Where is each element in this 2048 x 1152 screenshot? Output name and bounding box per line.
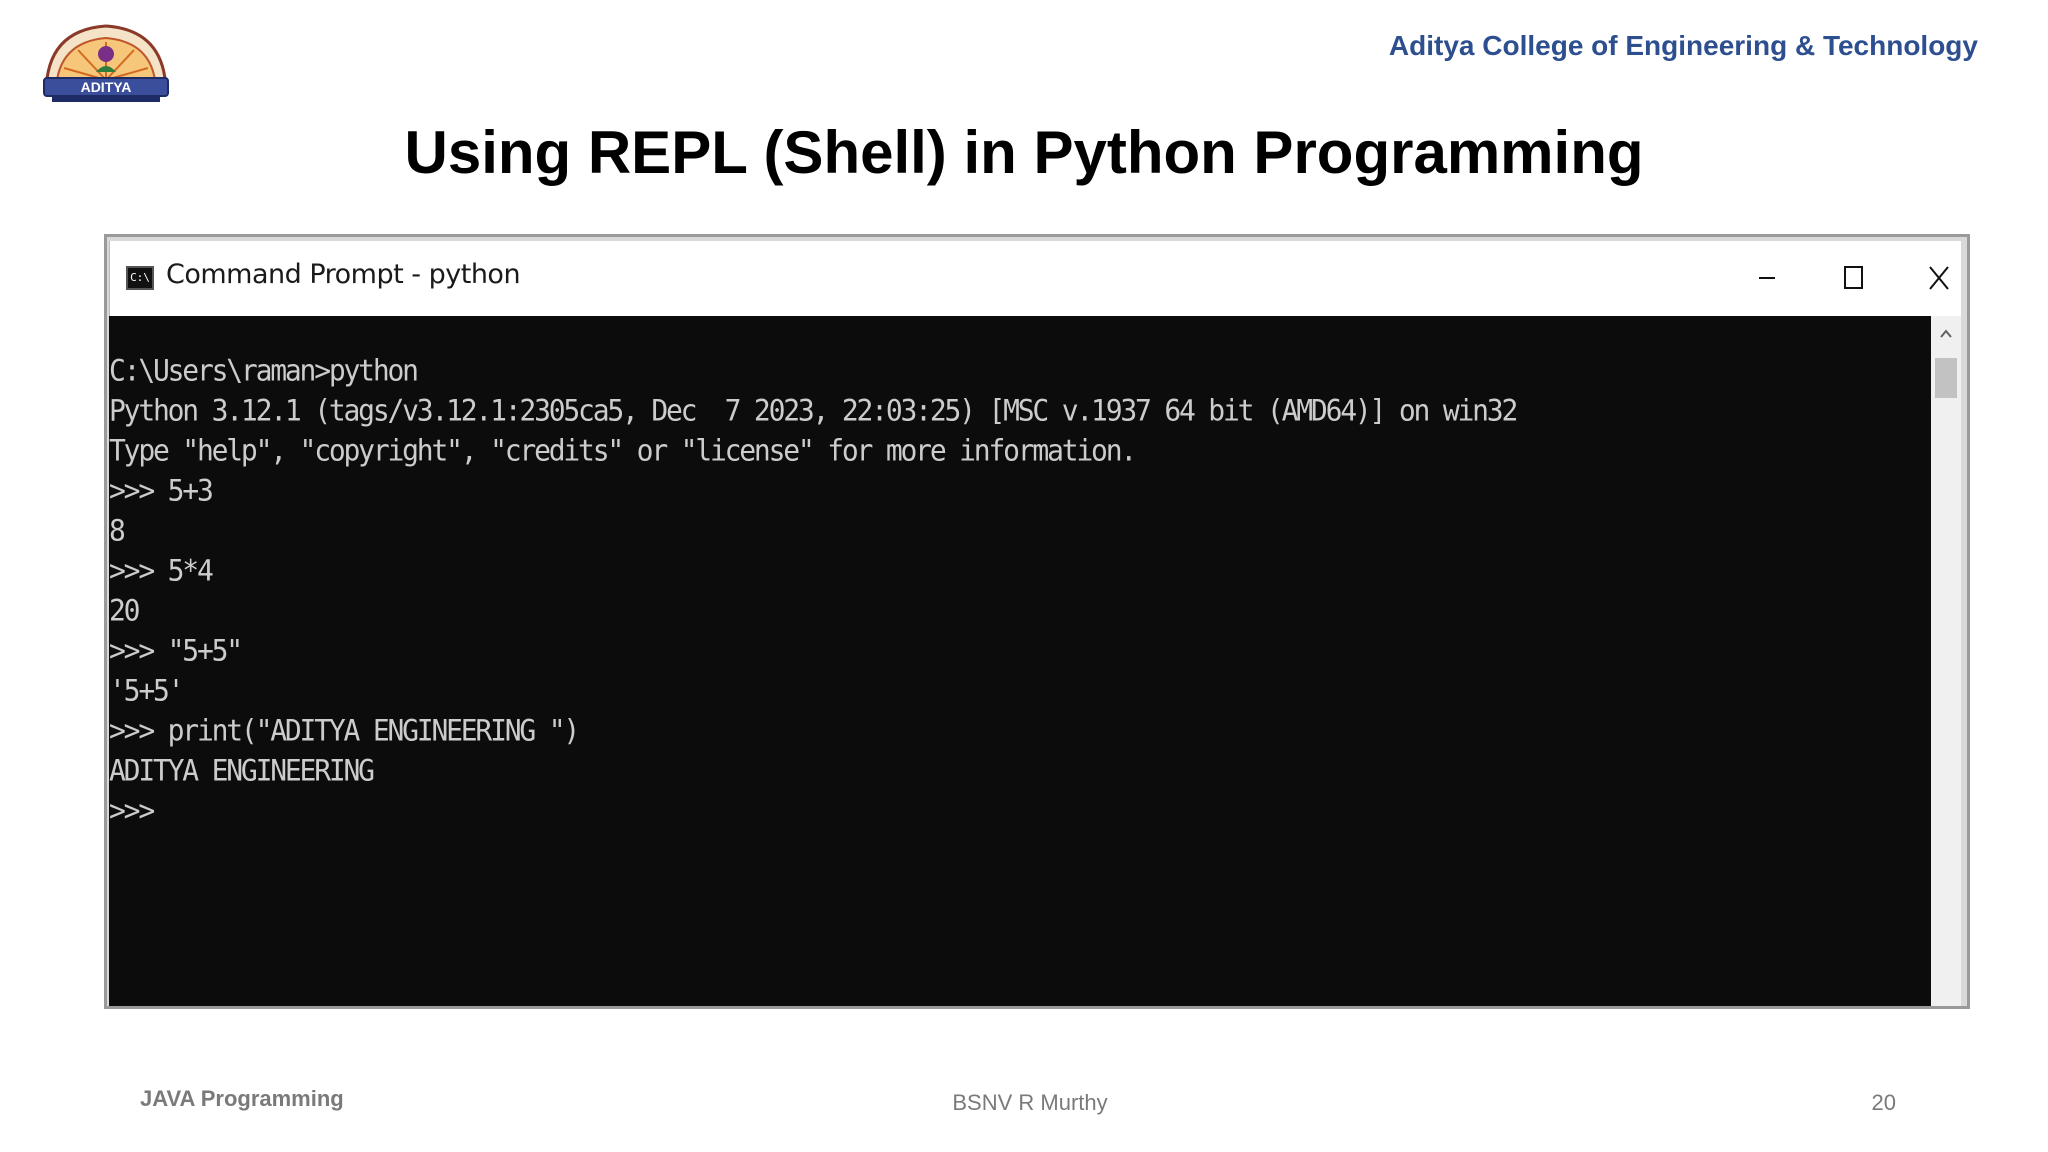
terminal-line: Python 3.12.1 (tags/v3.12.1:2305ca5, Dec… [109, 393, 1518, 428]
maximize-icon [1844, 266, 1863, 289]
terminal-line: '5+5' [109, 673, 184, 708]
footer-author: BSNV R Murthy [952, 1090, 1108, 1115]
terminal-line: Type "help", "copyright", "credits" or "… [109, 433, 1137, 468]
college-logo: ADITYA [38, 20, 174, 104]
maximize-button[interactable] [1825, 255, 1881, 301]
scroll-up-button[interactable] [1931, 322, 1961, 346]
terminal-line: >>> "5+5" [109, 633, 243, 668]
terminal-line: 20 [109, 593, 141, 628]
terminal-line: >>> print("ADITYA ENGINEERING ") [109, 713, 580, 748]
close-icon [1929, 266, 1949, 290]
terminal-line: 8 [109, 513, 126, 548]
command-prompt-window: C:\ Command Prompt - python C:\Users\ram… [104, 234, 1970, 1009]
minimize-icon [1759, 277, 1775, 279]
svg-text:ADITYA: ADITYA [81, 79, 132, 95]
window-titlebar[interactable]: C:\ Command Prompt - python [109, 241, 1961, 316]
chevron-up-icon [1940, 329, 1952, 338]
terminal-line: >>> [109, 793, 155, 828]
page-number: 20 [1871, 1090, 1896, 1115]
terminal-line: >>> 5*4 [109, 553, 214, 588]
terminal-line: C:\Users\raman>python [109, 353, 419, 388]
terminal-line: ADITYA ENGINEERING [109, 753, 375, 788]
slide-title: Using REPL (Shell) in Python Programming [404, 119, 1644, 186]
window-title: Command Prompt - python [166, 259, 521, 290]
terminal-line: >>> 5+3 [109, 473, 214, 508]
close-button[interactable] [1911, 255, 1967, 301]
terminal-lines: C:\Users\raman>python Python 3.12.1 (tags… [109, 350, 1518, 830]
aditya-emblem-icon: ADITYA [43, 24, 169, 102]
terminal-output[interactable]: C:\Users\raman>python Python 3.12.1 (tags… [109, 316, 1941, 1006]
scroll-thumb[interactable] [1935, 358, 1957, 398]
vertical-scrollbar[interactable] [1931, 316, 1961, 1006]
minimize-button[interactable] [1739, 255, 1795, 301]
college-name: Aditya College of Engineering & Technolo… [1388, 30, 1978, 61]
command-prompt-icon: C:\ [126, 266, 154, 290]
